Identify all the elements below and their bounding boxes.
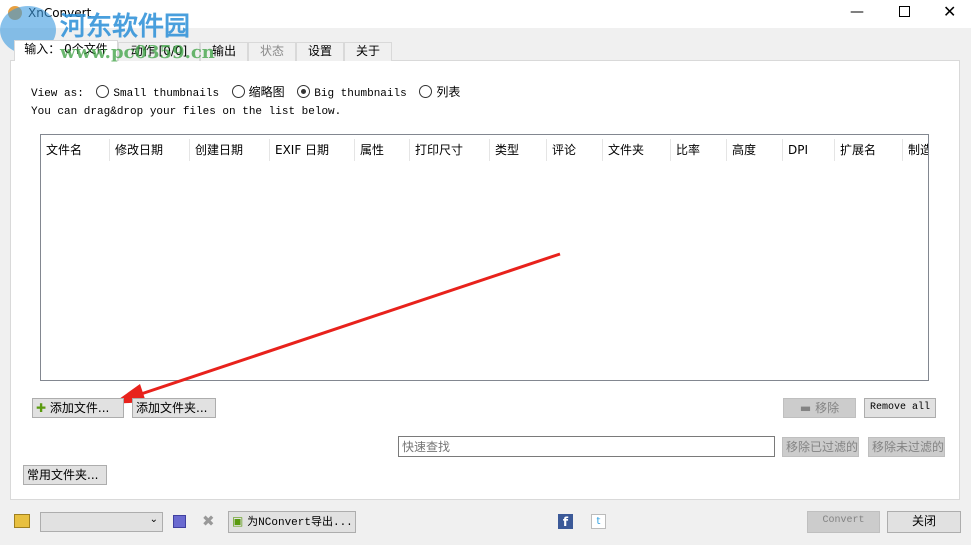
remove-all-button[interactable]: Remove all xyxy=(864,398,936,418)
preset-select[interactable]: ⌄ xyxy=(40,512,163,532)
quick-search-input[interactable] xyxy=(398,436,775,457)
export-nconvert-button[interactable]: ▣ 为NConvert导出... xyxy=(228,511,356,533)
delete-icon[interactable]: ✖ xyxy=(202,512,215,530)
remove-button[interactable]: ▬ 移除 xyxy=(783,398,856,418)
save-icon[interactable] xyxy=(173,515,186,528)
remove-unfiltered-button[interactable]: 移除未过滤的 xyxy=(868,437,945,457)
minus-icon: ▬ xyxy=(799,401,812,415)
plus-icon: ✚ xyxy=(36,401,47,415)
close-button[interactable]: 关闭 xyxy=(887,511,961,533)
add-folder-button[interactable]: 添加文件夹... xyxy=(132,398,216,418)
annotation-arrow xyxy=(112,252,561,404)
export-icon: ▣ xyxy=(232,514,244,528)
add-files-label: 添加文件... xyxy=(49,401,110,415)
load-preset-icon[interactable] xyxy=(14,514,30,528)
convert-button[interactable]: Convert xyxy=(807,511,880,533)
add-files-button[interactable]: ✚ 添加文件... xyxy=(32,398,124,418)
favorite-folders-button[interactable]: 常用文件夹... xyxy=(23,465,107,485)
facebook-icon[interactable]: f xyxy=(558,514,573,529)
export-label: 为NConvert导出... xyxy=(247,517,353,529)
remove-label: 移除 xyxy=(815,401,840,415)
chevron-down-icon: ⌄ xyxy=(149,514,158,525)
remove-filtered-button[interactable]: 移除已过滤的 xyxy=(782,437,859,457)
twitter-icon[interactable]: t xyxy=(591,514,606,529)
